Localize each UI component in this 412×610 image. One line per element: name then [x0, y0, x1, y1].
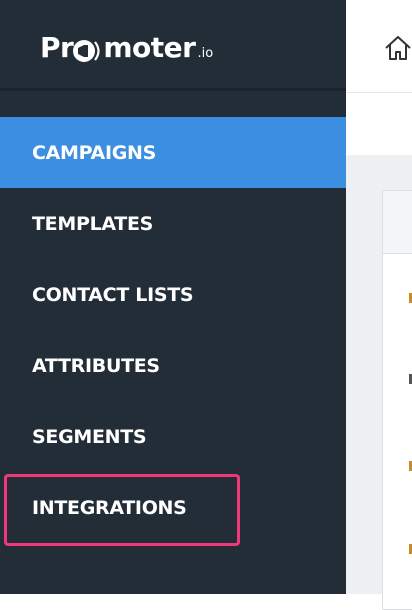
logo-tld: .io — [197, 45, 214, 61]
sidebar-item-attributes[interactable]: ATTRIBUTES — [0, 330, 346, 401]
sidebar-item-label: TEMPLATES — [32, 212, 154, 235]
sidebar-item-label: CAMPAIGNS — [32, 141, 156, 164]
sidebar-item-label: ATTRIBUTES — [32, 354, 160, 377]
sidebar-item-label: CONTACT LISTS — [32, 283, 194, 306]
megaphone-icon — [73, 40, 100, 62]
sidebar-item-campaigns[interactable]: CAMPAIGNS — [0, 117, 346, 188]
sidebar-item-label: INTEGRATIONS — [32, 496, 187, 519]
sidebar-item-segments[interactable]: SEGMENTS — [0, 401, 346, 472]
logo-suffix: moter — [103, 30, 196, 64]
panel-header — [383, 191, 412, 254]
home-icon[interactable] — [384, 34, 412, 62]
sidebar-item-templates[interactable]: TEMPLATES — [0, 188, 346, 259]
sidebar-item-integrations[interactable]: INTEGRATIONS — [0, 472, 346, 543]
sidebar-item-contact-lists[interactable]: CONTACT LISTS — [0, 259, 346, 330]
sidebar-item-label: SEGMENTS — [32, 425, 147, 448]
logo-prefix: Pr — [40, 30, 74, 64]
app-logo[interactable]: Pr moter .io — [40, 22, 213, 72]
sidebar: Pr moter .io CAMPAIGNS TEMPLATES CONTACT… — [0, 0, 346, 594]
sidebar-divider — [0, 88, 346, 91]
